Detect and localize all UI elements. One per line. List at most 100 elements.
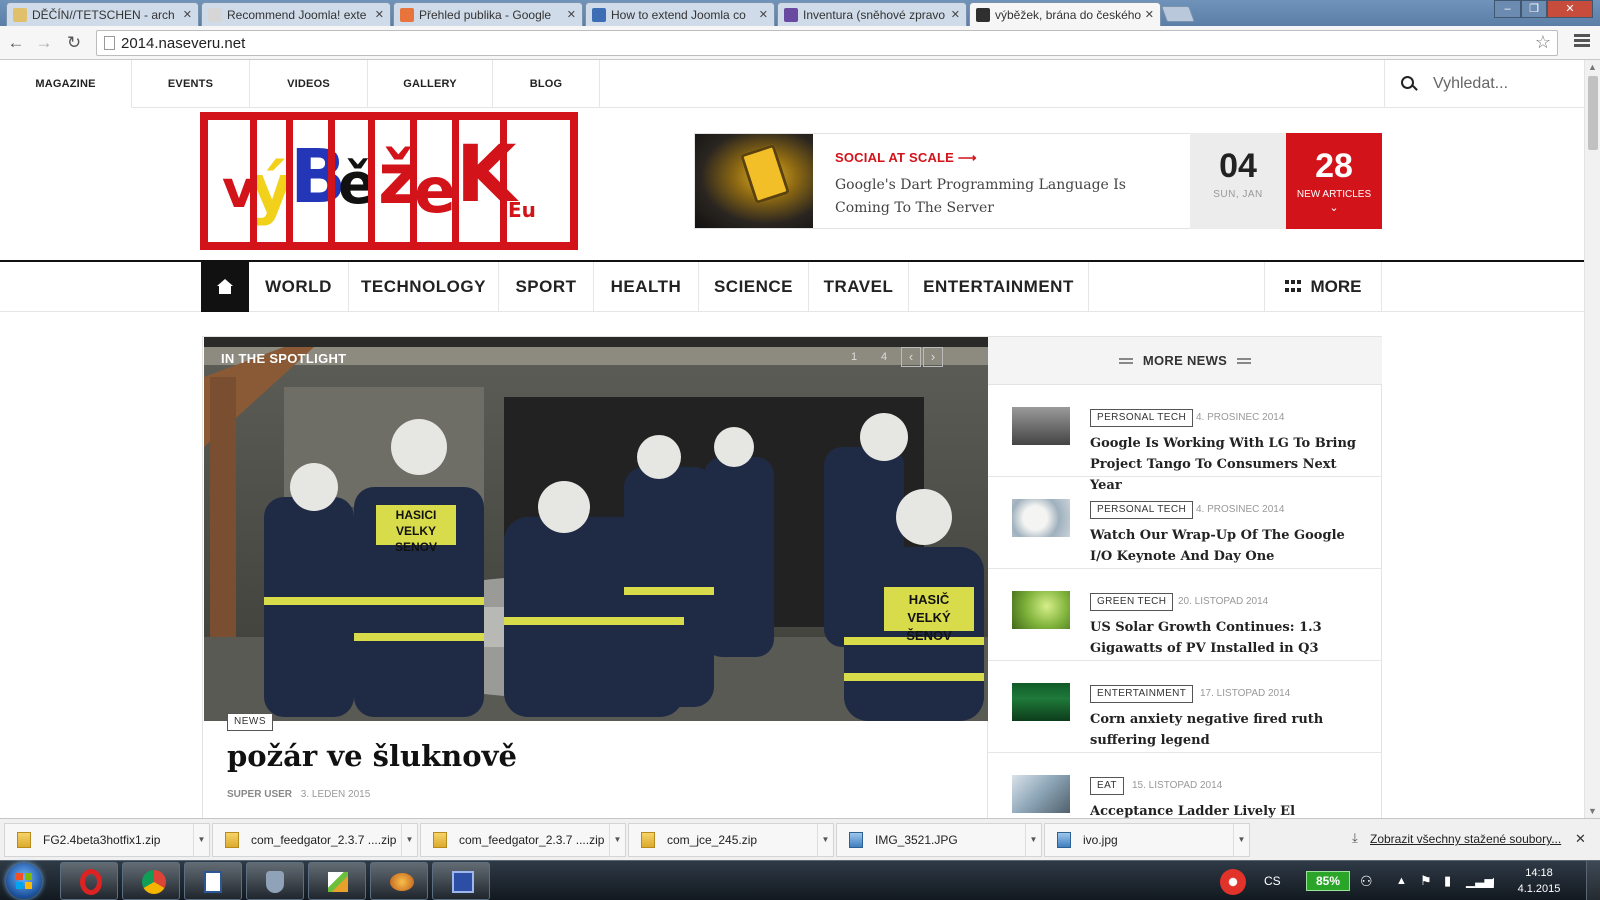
main-menu-technology[interactable]: TECHNOLOGY — [349, 262, 499, 312]
network-sharing-icon[interactable]: ⚇ — [1360, 861, 1373, 900]
dropdown-arrow-icon[interactable]: ▼ — [609, 823, 625, 857]
action-center-flag-icon[interactable]: ⚑ — [1420, 861, 1432, 900]
news-thumbnail[interactable] — [1012, 775, 1070, 813]
news-title[interactable]: Corn anxiety negative fired ruth sufferi… — [1090, 709, 1360, 751]
download-item[interactable]: com_feedgator_2.3.7 ....zip ▼ — [420, 823, 626, 857]
battery-indicator[interactable]: 85% — [1306, 871, 1350, 891]
forward-arrow-icon[interactable]: → — [34, 33, 54, 53]
taskbar-app-paint[interactable] — [308, 862, 366, 900]
main-menu-science[interactable]: SCIENCE — [699, 262, 809, 312]
tray-app-icon[interactable] — [1220, 869, 1246, 895]
close-tab-icon[interactable]: ✕ — [1145, 8, 1154, 21]
download-item[interactable]: ivo.jpg ▼ — [1044, 823, 1250, 857]
show-all-downloads-link[interactable]: Zobrazit všechny stažené soubory... — [1370, 832, 1561, 846]
more-menu-button[interactable]: MORE — [1264, 262, 1382, 312]
main-menu-entertainment[interactable]: ENTERTAINMENT — [909, 262, 1089, 312]
search-input[interactable] — [1433, 72, 1573, 96]
dropdown-arrow-icon[interactable]: ▼ — [1233, 823, 1249, 857]
news-tag[interactable]: PERSONAL TECH — [1090, 409, 1194, 427]
close-tab-icon[interactable]: ✕ — [375, 8, 384, 21]
browser-tab[interactable]: Inventura (sněhové zpravo ✕ — [777, 2, 967, 26]
news-thumbnail[interactable] — [1012, 407, 1070, 445]
start-button[interactable] — [6, 863, 42, 899]
close-downloads-button[interactable]: ✕ — [1575, 831, 1586, 847]
close-window-button[interactable]: ✕ — [1547, 0, 1593, 18]
news-list-item[interactable]: ENTERTAINMENT 17. LISTOPAD 2014 Corn anx… — [988, 661, 1382, 753]
taskbar-app-chrome[interactable] — [122, 862, 180, 900]
close-tab-icon[interactable]: ✕ — [759, 8, 768, 21]
taskbar-clock[interactable]: 14:18 4.1.2015 — [1512, 865, 1566, 897]
search-icon[interactable] — [1401, 76, 1414, 89]
news-title[interactable]: Acceptance Ladder Lively El — [1090, 801, 1360, 818]
download-item[interactable]: IMG_3521.JPG ▼ — [836, 823, 1042, 857]
download-item[interactable]: com_jce_245.zip ▼ — [628, 823, 834, 857]
top-menu-gallery[interactable]: GALLERY — [368, 60, 493, 108]
scroll-down-icon[interactable]: ▼ — [1588, 806, 1597, 816]
download-item[interactable]: FG2.4beta3hotfix1.zip ▼ — [4, 823, 210, 857]
taskbar-app-opera[interactable] — [60, 862, 118, 900]
article-category-badge[interactable]: NEWS — [227, 713, 273, 731]
new-tab-button[interactable] — [1161, 6, 1195, 22]
home-button[interactable] — [201, 262, 249, 312]
dropdown-arrow-icon[interactable]: ▼ — [193, 823, 209, 857]
taskbar-app-security[interactable] — [246, 862, 304, 900]
language-indicator[interactable]: CS — [1264, 861, 1281, 900]
taskbar-app-document[interactable] — [184, 862, 242, 900]
featured-article-category[interactable]: SOCIAL AT SCALE ⟶ — [835, 150, 977, 166]
top-menu-blog[interactable]: BLOG — [493, 60, 600, 108]
address-bar[interactable]: ☆ — [96, 30, 1558, 56]
main-menu-world[interactable]: WORLD — [249, 262, 349, 312]
news-title[interactable]: Watch Our Wrap-Up Of The Google I/O Keyn… — [1090, 525, 1360, 567]
main-menu-health[interactable]: HEALTH — [594, 262, 699, 312]
top-menu-videos[interactable]: VIDEOS — [250, 60, 368, 108]
news-thumbnail[interactable] — [1012, 499, 1070, 537]
article-author[interactable]: SUPER USER — [227, 789, 292, 800]
news-list-item[interactable]: PERSONAL TECH 4. PROSINEC 2014 Google Is… — [988, 385, 1382, 493]
browser-tab-active[interactable]: výběžek, brána do českého ✕ — [969, 2, 1161, 26]
volume-icon[interactable]: 🔈︎ — [1490, 861, 1498, 900]
browser-tab[interactable]: How to extend Joomla co ✕ — [585, 2, 775, 26]
minimize-window-button[interactable]: – — [1494, 0, 1521, 18]
main-menu-travel[interactable]: TRAVEL — [809, 262, 909, 312]
top-menu-magazine[interactable]: MAGAZINE — [0, 60, 132, 108]
page-scrollbar[interactable]: ▲ ▼ — [1584, 60, 1600, 818]
reload-icon[interactable]: ↻ — [64, 33, 84, 53]
browser-menu-icon[interactable] — [1574, 34, 1590, 50]
show-desktop-button[interactable] — [1586, 861, 1600, 900]
battery-icon[interactable]: ▮ — [1444, 861, 1451, 900]
news-tag[interactable]: PERSONAL TECH — [1090, 501, 1194, 519]
dropdown-arrow-icon[interactable]: ▼ — [817, 823, 833, 857]
download-item[interactable]: com_feedgator_2.3.7 ....zip ▼ — [212, 823, 418, 857]
slider-next-button[interactable]: › — [923, 347, 943, 367]
slider-prev-button[interactable]: ‹ — [901, 347, 921, 367]
browser-tab[interactable]: Přehled publika - Google ✕ — [393, 2, 583, 26]
show-hidden-icons-icon[interactable]: ▲ — [1396, 861, 1407, 900]
close-tab-icon[interactable]: ✕ — [567, 8, 576, 21]
back-arrow-icon[interactable]: ← — [6, 33, 26, 53]
news-thumbnail[interactable] — [1012, 591, 1070, 629]
spotlight-article-title[interactable]: požár ve šluknově — [227, 739, 517, 773]
main-menu-sport[interactable]: SPORT — [499, 262, 594, 312]
browser-tab[interactable]: DĚČÍN//TETSCHEN - arch ✕ — [6, 2, 199, 26]
news-tag[interactable]: ENTERTAINMENT — [1090, 685, 1194, 703]
scrollbar-thumb[interactable] — [1588, 76, 1598, 150]
dropdown-arrow-icon[interactable]: ▼ — [401, 823, 417, 857]
top-menu-events[interactable]: EVENTS — [132, 60, 250, 108]
new-articles-button[interactable]: 28 NEW ARTICLES ⌄ — [1286, 133, 1382, 229]
maximize-window-button[interactable]: ❐ — [1521, 0, 1547, 18]
site-logo[interactable]: v ý B ě ž e K Eu — [200, 112, 578, 250]
close-tab-icon[interactable]: ✕ — [183, 8, 192, 21]
news-thumbnail[interactable] — [1012, 683, 1070, 721]
spotlight-image[interactable]: HASICI VELKY SENOV HASIČ VELKÝ ŠENOV — [204, 337, 988, 721]
news-tag[interactable]: EAT — [1090, 777, 1124, 795]
featured-article-card[interactable]: SOCIAL AT SCALE ⟶ Google's Dart Programm… — [694, 133, 1192, 229]
news-list-item[interactable]: GREEN TECH 20. LISTOPAD 2014 US Solar Gr… — [988, 569, 1382, 661]
news-title[interactable]: US Solar Growth Continues: 1.3 Gigawatts… — [1090, 617, 1360, 659]
bookmark-star-icon[interactable]: ☆ — [1535, 32, 1551, 53]
featured-article-title[interactable]: Google's Dart Programming Language Is Co… — [835, 174, 1180, 220]
browser-tab[interactable]: Recommend Joomla! exte ✕ — [201, 2, 391, 26]
dropdown-arrow-icon[interactable]: ▼ — [1025, 823, 1041, 857]
news-list-item[interactable]: EAT 15. LISTOPAD 2014 Acceptance Ladder … — [988, 753, 1382, 818]
taskbar-app-save[interactable] — [432, 862, 490, 900]
taskbar-app-games[interactable] — [370, 862, 428, 900]
